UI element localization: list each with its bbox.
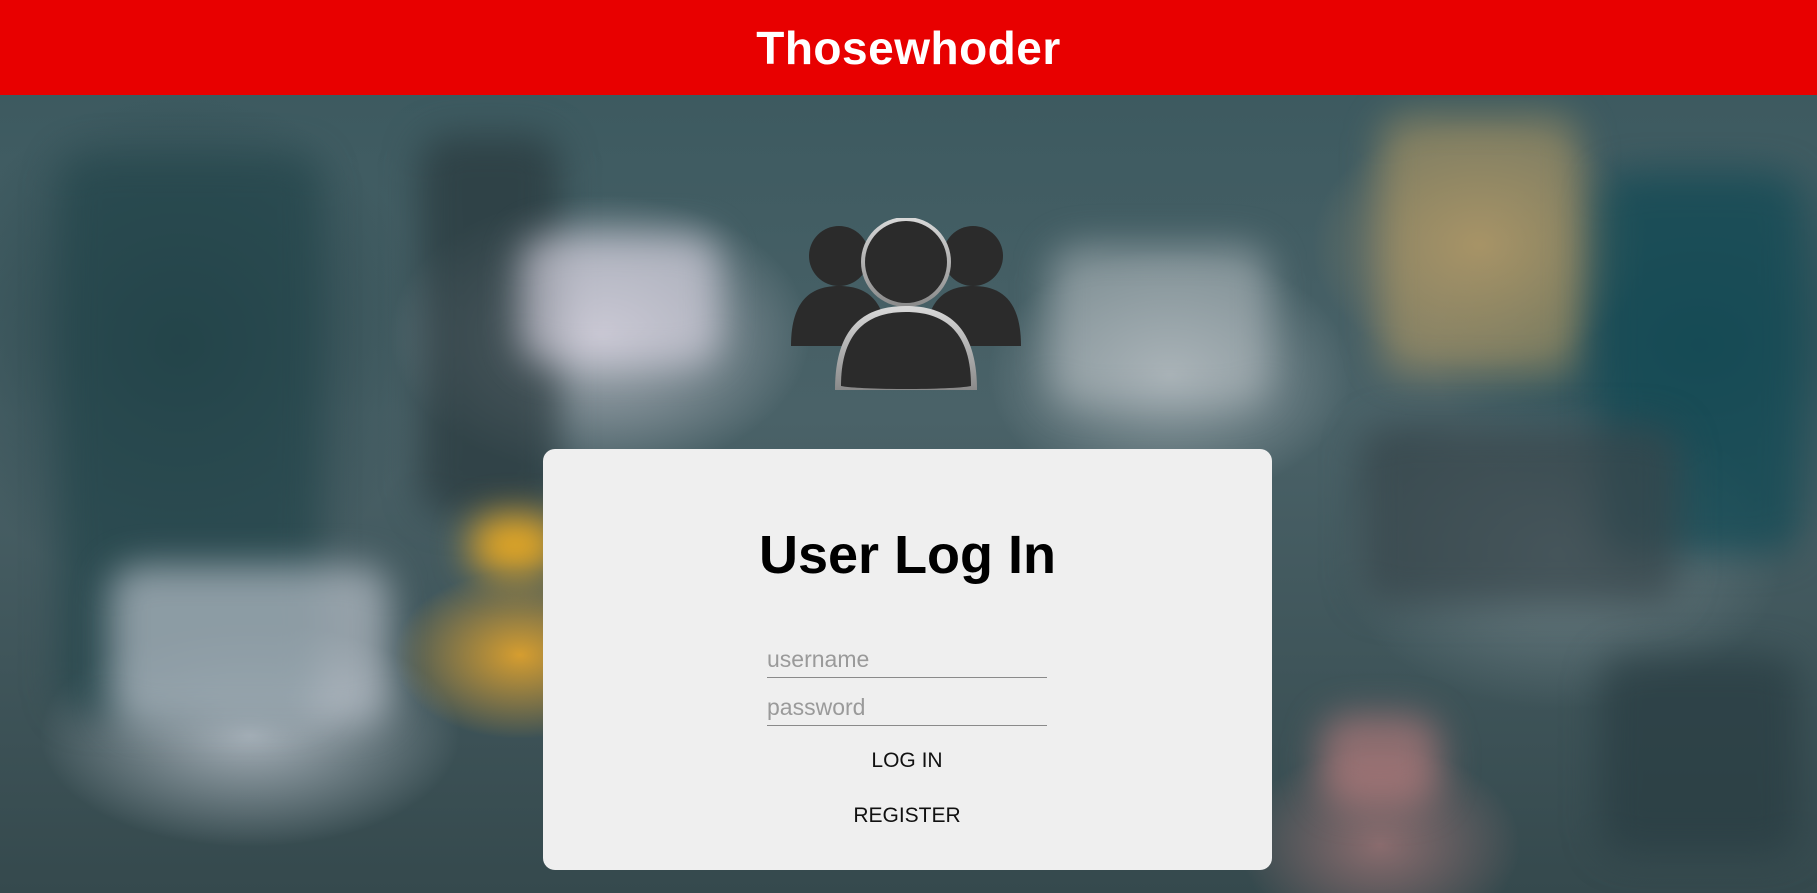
register-button[interactable]: REGISTER bbox=[807, 802, 1007, 830]
top-banner: Thosewhoder bbox=[0, 0, 1817, 95]
login-button[interactable]: LOG IN bbox=[807, 747, 1007, 775]
background-shape bbox=[110, 565, 390, 725]
login-card: User Log In LOG IN REGISTER bbox=[543, 449, 1272, 870]
username-input[interactable] bbox=[767, 641, 1047, 678]
site-title: Thosewhoder bbox=[756, 21, 1061, 74]
login-page: Thosewhoder User Log In username LOG IN … bbox=[0, 0, 1817, 893]
background-shape bbox=[520, 235, 720, 365]
background-shape bbox=[1320, 715, 1440, 805]
password-input[interactable] bbox=[767, 689, 1047, 726]
background-shape bbox=[1600, 655, 1800, 855]
users-group-icon bbox=[791, 217, 1021, 393]
background-shape bbox=[1050, 245, 1270, 405]
background-shape bbox=[1360, 425, 1680, 605]
login-heading: User Log In bbox=[758, 525, 1057, 585]
background-shape bbox=[1380, 115, 1580, 375]
